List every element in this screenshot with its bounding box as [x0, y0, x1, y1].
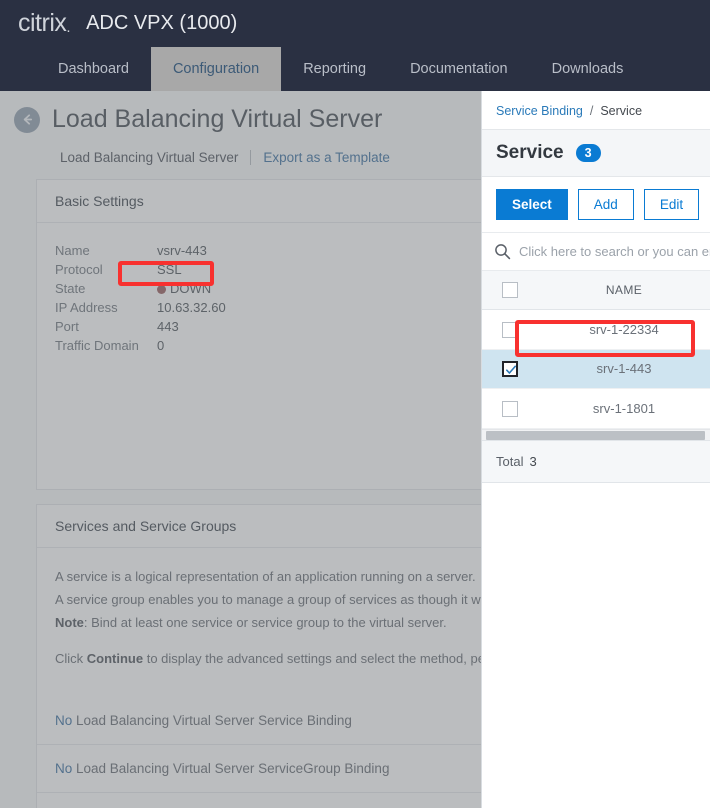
add-button[interactable]: Add — [577, 189, 634, 220]
state-down-text: DOWN — [170, 281, 212, 296]
total-value: 3 — [529, 453, 537, 469]
field-label-port: Port — [55, 319, 79, 334]
field-row-state: State DOWN — [55, 279, 226, 298]
app-root: citrix. ADC VPX (1000) Dashboard Configu… — [0, 0, 710, 808]
service-table-head: NAME — [482, 271, 710, 310]
field-row-ip-address: IP Address 10.63.32.60 — [55, 298, 226, 317]
edit-button[interactable]: Edit — [643, 189, 700, 220]
row-checkbox-cell[interactable] — [482, 388, 538, 429]
field-row-protocol: Protocol SSL — [55, 260, 226, 279]
service-table-header-row: NAME — [482, 271, 710, 310]
row-checkbox-checked[interactable] — [502, 361, 518, 378]
brand-bar: citrix. ADC VPX (1000) — [0, 0, 710, 47]
table-row[interactable]: srv-1-22334 — [482, 309, 710, 350]
nav-tab-documentation[interactable]: Documentation — [388, 47, 530, 91]
horizontal-scrollbar[interactable] — [482, 428, 710, 440]
field-row-traffic-domain: Traffic Domain 0 — [55, 336, 226, 355]
checkmark-icon — [506, 365, 516, 374]
panel-breadcrumb-separator: / — [589, 104, 594, 118]
row-checkbox[interactable] — [502, 321, 518, 338]
service-binding-no: No — [55, 713, 73, 728]
field-value-protocol: SSL — [157, 262, 182, 277]
row-checkbox[interactable] — [502, 400, 518, 417]
search-bar[interactable]: Click here to search or you can enter — [482, 233, 710, 271]
service-count-badge: 3 — [575, 144, 601, 162]
service-table-body: srv-1-22334 srv-1-443 srv-1-1801 — [482, 309, 710, 429]
row-checkbox-cell[interactable] — [482, 349, 538, 390]
breadcrumb-divider — [250, 150, 252, 165]
servicegroup-binding-no: No — [55, 761, 73, 776]
services-note-text: : Bind at least one service or service g… — [83, 614, 447, 630]
panel-action-buttons: Select Add Edit — [482, 177, 710, 233]
nav-tab-reporting[interactable]: Reporting — [281, 47, 388, 91]
scrollbar-thumb[interactable] — [486, 430, 705, 440]
continue-hint-prefix: Click — [55, 651, 87, 667]
nav-tab-downloads[interactable]: Downloads — [530, 47, 646, 91]
row-checkbox-cell[interactable] — [482, 309, 538, 350]
panel-title-bar: Service 3 — [482, 129, 710, 177]
app-title: ADC VPX (1000) — [86, 12, 238, 34]
nav-tab-configuration[interactable]: Configuration — [150, 47, 282, 91]
field-label-name: Name — [55, 243, 90, 258]
field-value-traffic-domain: 0 — [157, 338, 165, 353]
panel-breadcrumb: Service Binding / Service — [482, 91, 710, 129]
table-row[interactable]: srv-1-443 — [482, 349, 710, 390]
servicegroup-binding-text: Load Balancing Virtual Server ServiceGro… — [72, 761, 390, 776]
continue-hint-bold: Continue — [86, 651, 144, 667]
citrix-logo: citrix. — [18, 9, 71, 38]
field-label-traffic-domain: Traffic Domain — [55, 338, 139, 353]
continue-hint-suffix: to display the advanced settings and sel… — [143, 651, 499, 667]
total-row: Total 3 — [482, 439, 710, 483]
row-name: srv-1-22334 — [538, 309, 710, 350]
column-header-name[interactable]: NAME — [538, 271, 710, 310]
page-title: Load Balancing Virtual Server — [52, 105, 383, 133]
row-name: srv-1-1801 — [538, 388, 710, 429]
search-icon — [495, 244, 511, 260]
service-table: NAME srv-1-22334 srv-1-443 srv-1-1801 — [482, 271, 710, 429]
field-value-name: vsrv-443 — [157, 243, 207, 258]
select-all-header[interactable] — [482, 271, 538, 310]
export-as-template-link[interactable]: Export as a Template — [263, 150, 390, 165]
main-navigation: Dashboard Configuration Reporting Docume… — [0, 47, 710, 91]
panel-title: Service — [496, 142, 564, 163]
field-label-state: State — [55, 281, 86, 296]
nav-tab-dashboard[interactable]: Dashboard — [36, 47, 151, 91]
arrow-left-circle-icon[interactable] — [14, 106, 40, 133]
total-label: Total — [496, 453, 524, 469]
field-value-state: DOWN — [147, 279, 226, 298]
state-down-dot-icon — [157, 285, 166, 294]
table-row[interactable]: srv-1-1801 — [482, 388, 710, 429]
search-placeholder: Click here to search or you can enter — [519, 244, 710, 259]
select-button[interactable]: Select — [496, 189, 568, 220]
field-row-port: Port 443 — [55, 317, 226, 336]
select-all-checkbox[interactable] — [502, 282, 518, 298]
citrix-logo-text: citrix — [18, 9, 67, 37]
field-label-protocol: Protocol — [55, 262, 103, 277]
service-selection-panel: Service Binding / Service Service 3 Select… — [481, 91, 710, 808]
service-binding-text: Load Balancing Virtual Server Service Bi… — [72, 713, 352, 728]
field-value-port: 443 — [157, 319, 179, 334]
services-note-label: Note — [55, 614, 84, 630]
field-row-name: Name vsrv-443 — [55, 241, 226, 260]
field-value-ip-address: 10.63.32.60 — [157, 300, 226, 315]
field-label-ip-address: IP Address — [55, 300, 118, 315]
breadcrumb-current: Load Balancing Virtual Server — [60, 150, 239, 165]
citrix-logo-dot: . — [66, 19, 71, 36]
panel-breadcrumb-service-binding[interactable]: Service Binding — [496, 104, 583, 118]
row-name: srv-1-443 — [538, 349, 710, 390]
basic-settings-fields: Name vsrv-443 Protocol SSL State DOWN IP… — [55, 241, 226, 355]
panel-breadcrumb-current: Service — [600, 104, 643, 118]
